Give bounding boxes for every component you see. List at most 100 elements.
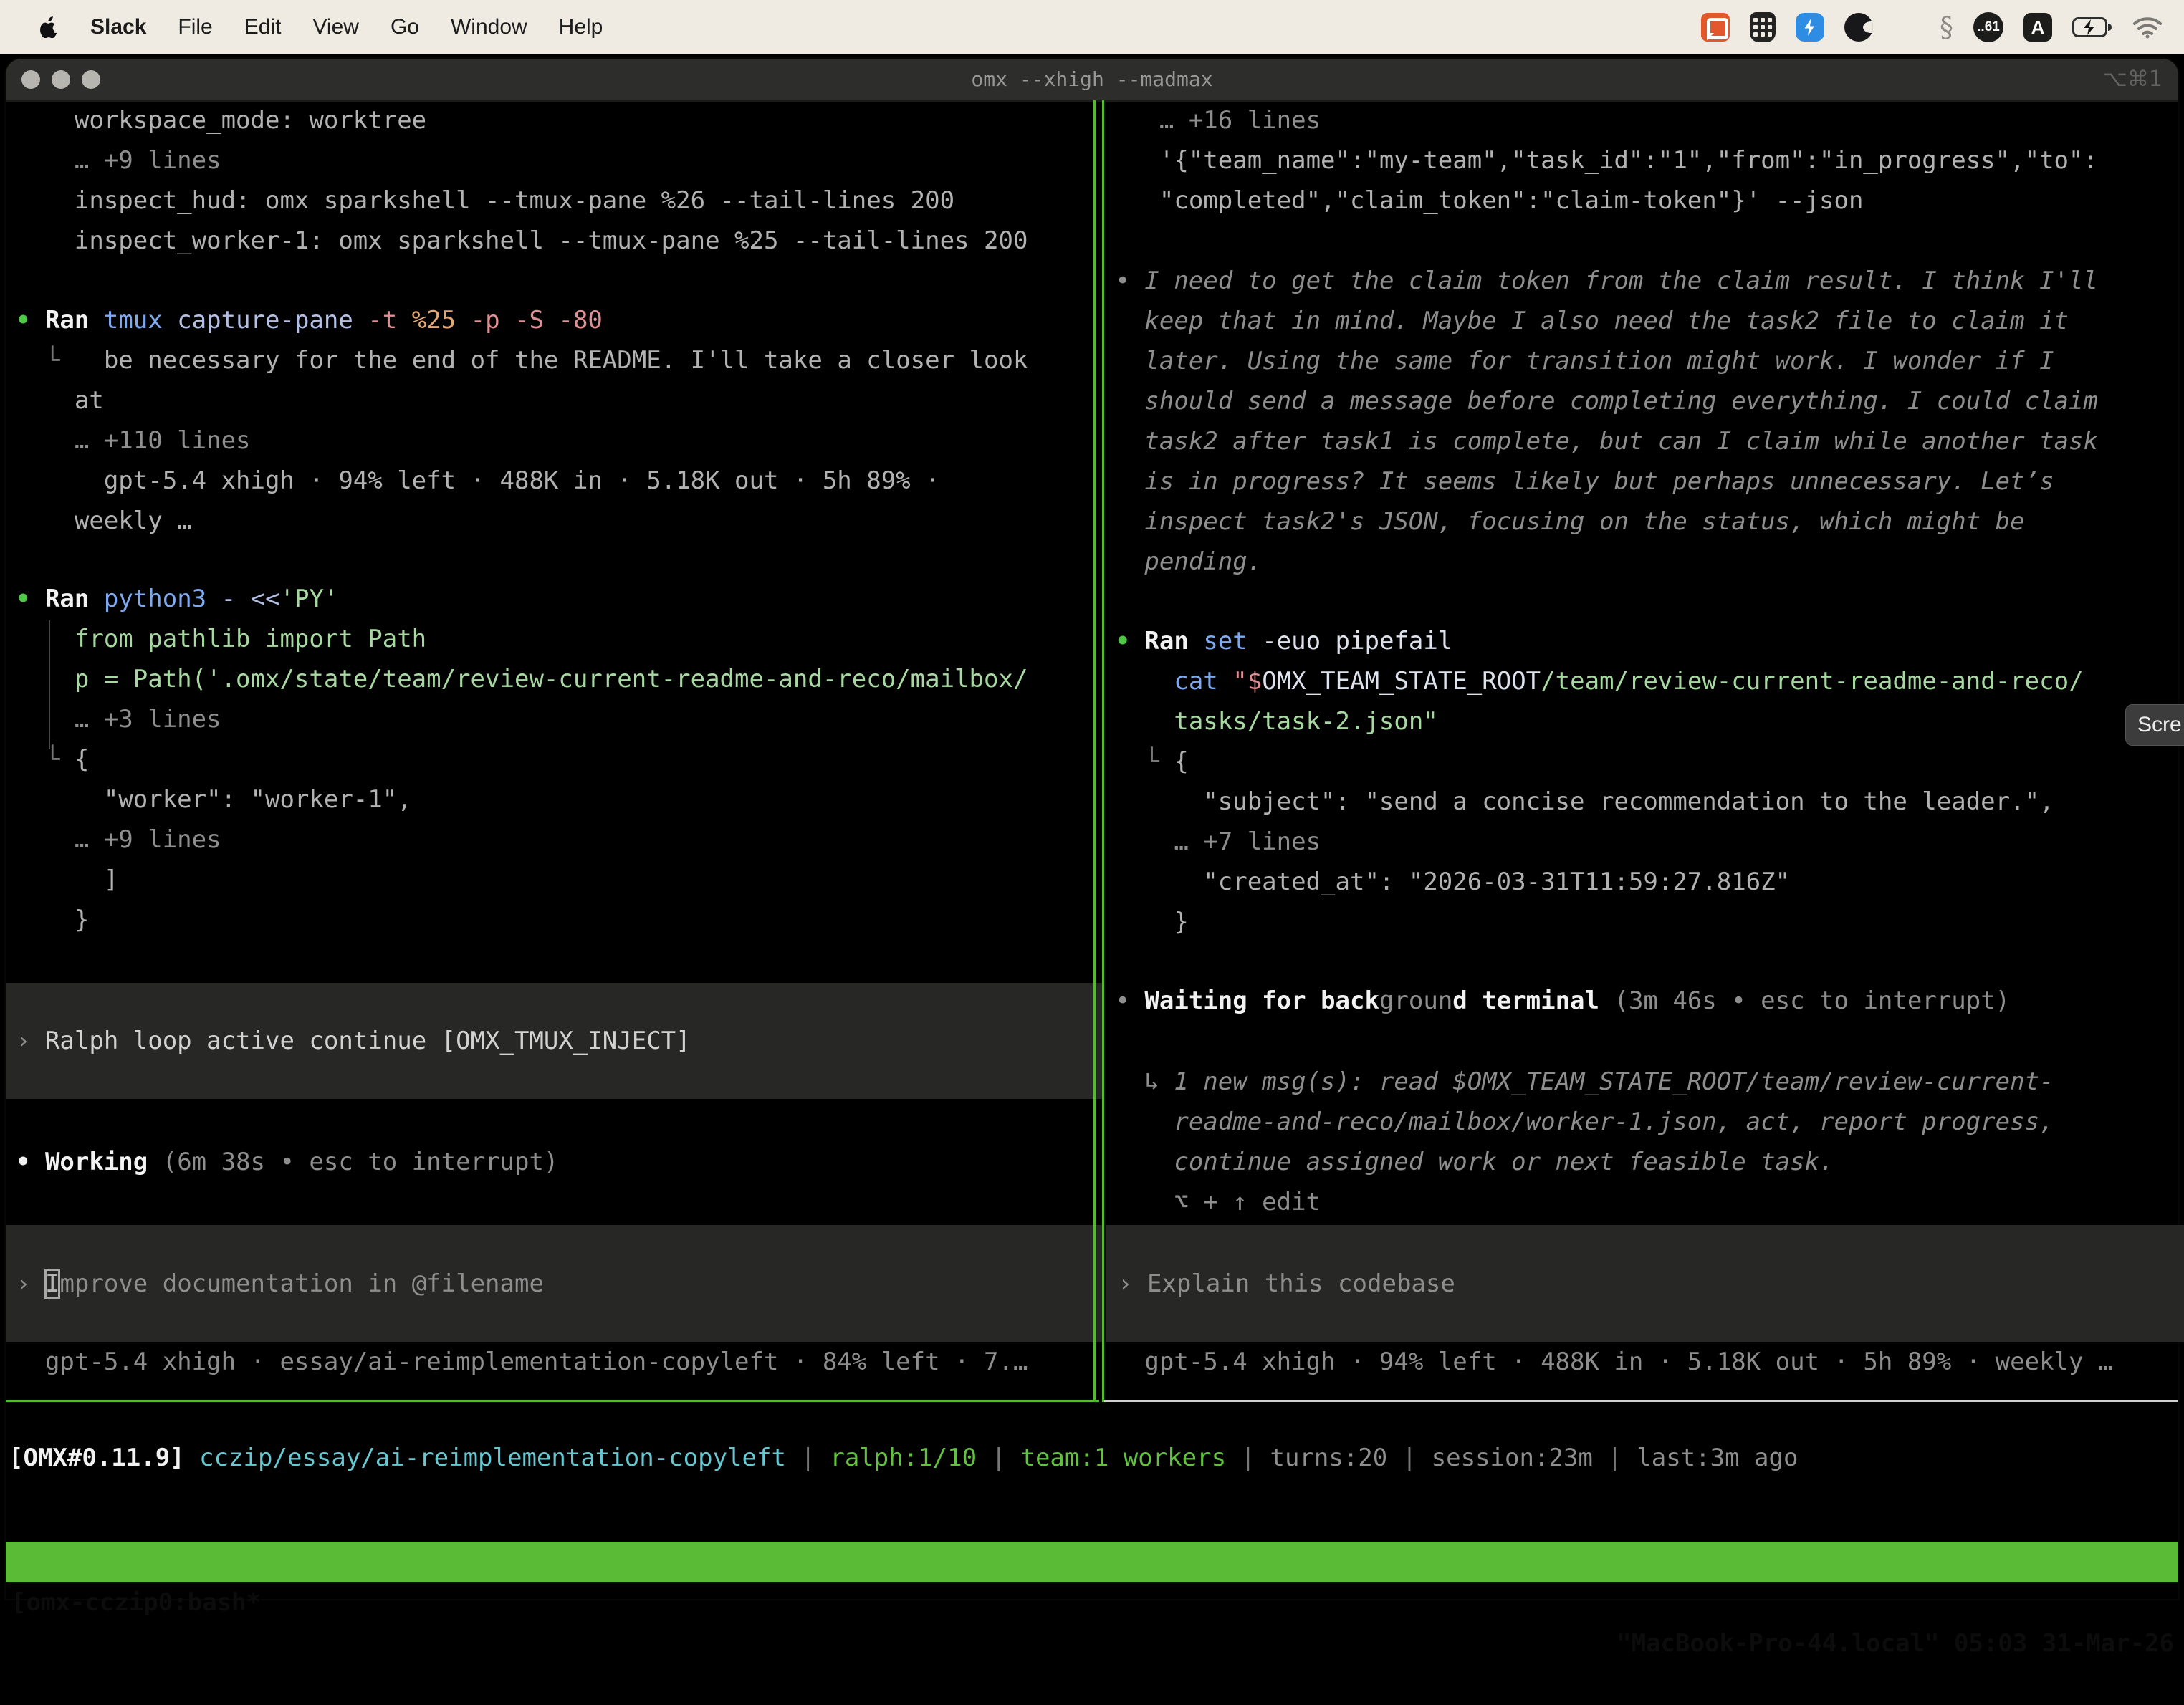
text-segment: { xyxy=(1174,747,1188,776)
grid-shield-icon[interactable] xyxy=(1750,11,1776,43)
right-pane-bottom-border xyxy=(1104,1400,2178,1402)
text-segment: Ran xyxy=(45,585,104,613)
text-segment: | xyxy=(1387,1444,1431,1472)
working-status: • Working (6m 38s • esc to interrupt) xyxy=(16,1142,558,1182)
input-source-icon[interactable]: A xyxy=(2023,13,2052,42)
terminal-line: └ { xyxy=(1101,741,2084,782)
text-segment: inspect_worker-1: omx sparkshell --tmux-… xyxy=(16,226,1028,255)
terminal-line: • Ran python3 - <<'PY' xyxy=(16,579,1028,619)
terminal-line: … +9 lines xyxy=(16,140,1028,181)
text-segment: ↳ xyxy=(1101,1067,1174,1096)
text-segment: set xyxy=(1203,627,1262,655)
text-segment: turns:20 xyxy=(1270,1444,1387,1472)
text-segment: | xyxy=(1593,1444,1637,1472)
wifi-icon[interactable] xyxy=(2132,11,2163,43)
terminal-line: … +110 lines xyxy=(16,421,1028,461)
menu-app-name[interactable]: Slack xyxy=(90,15,146,39)
terminal-line: … +7 lines xyxy=(1101,822,2084,862)
text-segment: … +110 lines xyxy=(16,426,251,455)
blue-bolt-icon[interactable] xyxy=(1796,11,1824,43)
text-segment: { xyxy=(75,745,89,774)
model-status-left: gpt-5.4 xhigh · essay/ai-reimplementatio… xyxy=(16,1342,1028,1382)
terminal-line: gpt-5.4 xhigh · essay/ai-reimplementatio… xyxy=(16,1342,1028,1382)
text-segment: pending. xyxy=(1101,547,1262,576)
prompt-input-left[interactable]: › Improve documentation in @filename xyxy=(6,1225,1102,1342)
text-segment: Working xyxy=(45,1148,163,1176)
indent-guide-line xyxy=(49,620,50,749)
text-segment: • xyxy=(1101,266,1144,295)
terminal-line: inspect task2's JSON, focusing on the st… xyxy=(1101,501,2098,542)
menu-item-file[interactable]: File xyxy=(178,15,212,39)
slack-status-icon[interactable] xyxy=(1701,11,1730,43)
text-segment: " xyxy=(1232,667,1247,696)
text-segment: (6m 38s • esc to interrupt) xyxy=(163,1148,559,1176)
window-title-bar: omx --xhigh --madmax ⌥⌘1 xyxy=(6,59,2178,102)
terminal-line: task2 after task1 is complete, but can I… xyxy=(1101,421,2098,461)
text-segment: └ xyxy=(16,745,75,774)
prompt-input-right[interactable]: › Explain this codebase xyxy=(1106,1225,2184,1342)
menu-item-window[interactable]: Window xyxy=(451,15,527,39)
text-segment: • xyxy=(16,306,45,335)
claim-command-output: … +16 lines '{"team_name":"my-team","tas… xyxy=(1101,100,2098,221)
text-segment: session:23m xyxy=(1432,1444,1593,1472)
count-badge-icon[interactable]: ..61 xyxy=(1973,12,2003,42)
menu-item-help[interactable]: Help xyxy=(559,15,603,39)
pane-divider-left-edge[interactable] xyxy=(1093,100,1096,1402)
terminal-line: readme-and-reco/mailbox/worker-1.json, a… xyxy=(1101,1102,2054,1142)
text-segment: … +7 lines xyxy=(1101,827,1321,856)
terminal-line: "worker": "worker-1", xyxy=(16,779,1028,820)
terminal-line: inspect_worker-1: omx sparkshell --tmux-… xyxy=(16,221,1028,261)
text-segment: "subject": "send a concise recommendatio… xyxy=(1101,787,2054,816)
menu-item-go[interactable]: Go xyxy=(391,15,419,39)
terminal-line: cat "$OMX_TEAM_STATE_ROOT/team/review-cu… xyxy=(1101,661,2084,701)
terminal-line: • I need to get the claim token from the… xyxy=(1101,261,2098,301)
terminal-line: • Ran set -euo pipefail xyxy=(1101,621,2084,661)
text-segment: groun xyxy=(1379,986,1452,1015)
desktop: Slack File Edit View Go Window Help § ..… xyxy=(0,0,2184,1599)
text-segment: team:1 workers xyxy=(1020,1444,1226,1472)
text-segment: -S xyxy=(514,306,558,335)
text-segment: python3 xyxy=(104,585,221,613)
text-segment: … +16 lines xyxy=(1101,106,1321,135)
text-segment: "created_at": "2026-03-31T11:59:27.816Z" xyxy=(1101,868,1790,896)
menu-item-view[interactable]: View xyxy=(312,15,358,39)
text-segment: capture-pane xyxy=(177,306,368,335)
text-segment: -p xyxy=(471,306,514,335)
text-segment xyxy=(185,1444,199,1472)
text-segment: Waiting for back xyxy=(1144,986,1379,1015)
text-segment: inspect_hud: omx sparkshell --tmux-pane … xyxy=(16,186,954,215)
terminal-line: p = Path('.omx/state/team/review-current… xyxy=(16,659,1028,699)
squiggle-icon[interactable]: § xyxy=(1940,11,1953,43)
terminal-line: └ be necessary for the end of the README… xyxy=(16,340,1028,380)
battery-icon[interactable] xyxy=(2072,11,2112,43)
text-segment: 'PY' xyxy=(280,585,339,613)
text-segment: ralph:1/10 xyxy=(830,1444,977,1472)
terminal-line: } xyxy=(1101,902,2084,942)
apple-menu-icon[interactable] xyxy=(40,16,59,38)
text-segment: p = Path('.omx/state/team/review-current… xyxy=(16,665,1028,693)
dots-grid-icon[interactable] xyxy=(1893,11,1920,43)
terminal-line: › Ralph loop active continue [OMX_TMUX_I… xyxy=(16,1021,691,1061)
macos-menu-bar: Slack File Edit View Go Window Help § ..… xyxy=(0,0,2184,54)
terminal-line: • Ran tmux capture-pane -t %25 -p -S -80 xyxy=(16,300,1028,340)
terminal-line: at xyxy=(16,380,1028,421)
text-segment: | xyxy=(977,1444,1020,1472)
terminal-line: "subject": "send a concise recommendatio… xyxy=(1101,782,2084,822)
menu-item-edit[interactable]: Edit xyxy=(244,15,282,39)
window-shortcut-hint: ⌥⌘1 xyxy=(2102,59,2163,100)
tmux-session-label: [omx-cczip0:bash* xyxy=(11,1582,261,1623)
pac-circle-icon[interactable] xyxy=(1844,11,1873,43)
terminal-line: › Explain this codebase xyxy=(1118,1264,1455,1304)
terminal-line: '{"team_name":"my-team","task_id":"1","f… xyxy=(1101,140,2098,181)
terminal-line: ⌥ + ↑ edit xyxy=(1101,1182,2054,1222)
terminal-line: from pathlib import Path xyxy=(16,619,1028,659)
tooltip-label: Scre xyxy=(2137,713,2182,737)
text-segment: ] xyxy=(16,865,118,894)
text-segment: -euo pipefail xyxy=(1262,627,1452,655)
terminal-line: pending. xyxy=(1101,542,2098,582)
text-segment: I need to get the claim token from the c… xyxy=(1144,266,2098,295)
ran-cat-task-block: • Ran set -euo pipefail cat "$OMX_TEAM_S… xyxy=(1101,621,2084,942)
terminal-line: "created_at": "2026-03-31T11:59:27.816Z" xyxy=(1101,862,2084,902)
text-segment: | xyxy=(786,1444,830,1472)
text-segment: } xyxy=(16,906,89,934)
